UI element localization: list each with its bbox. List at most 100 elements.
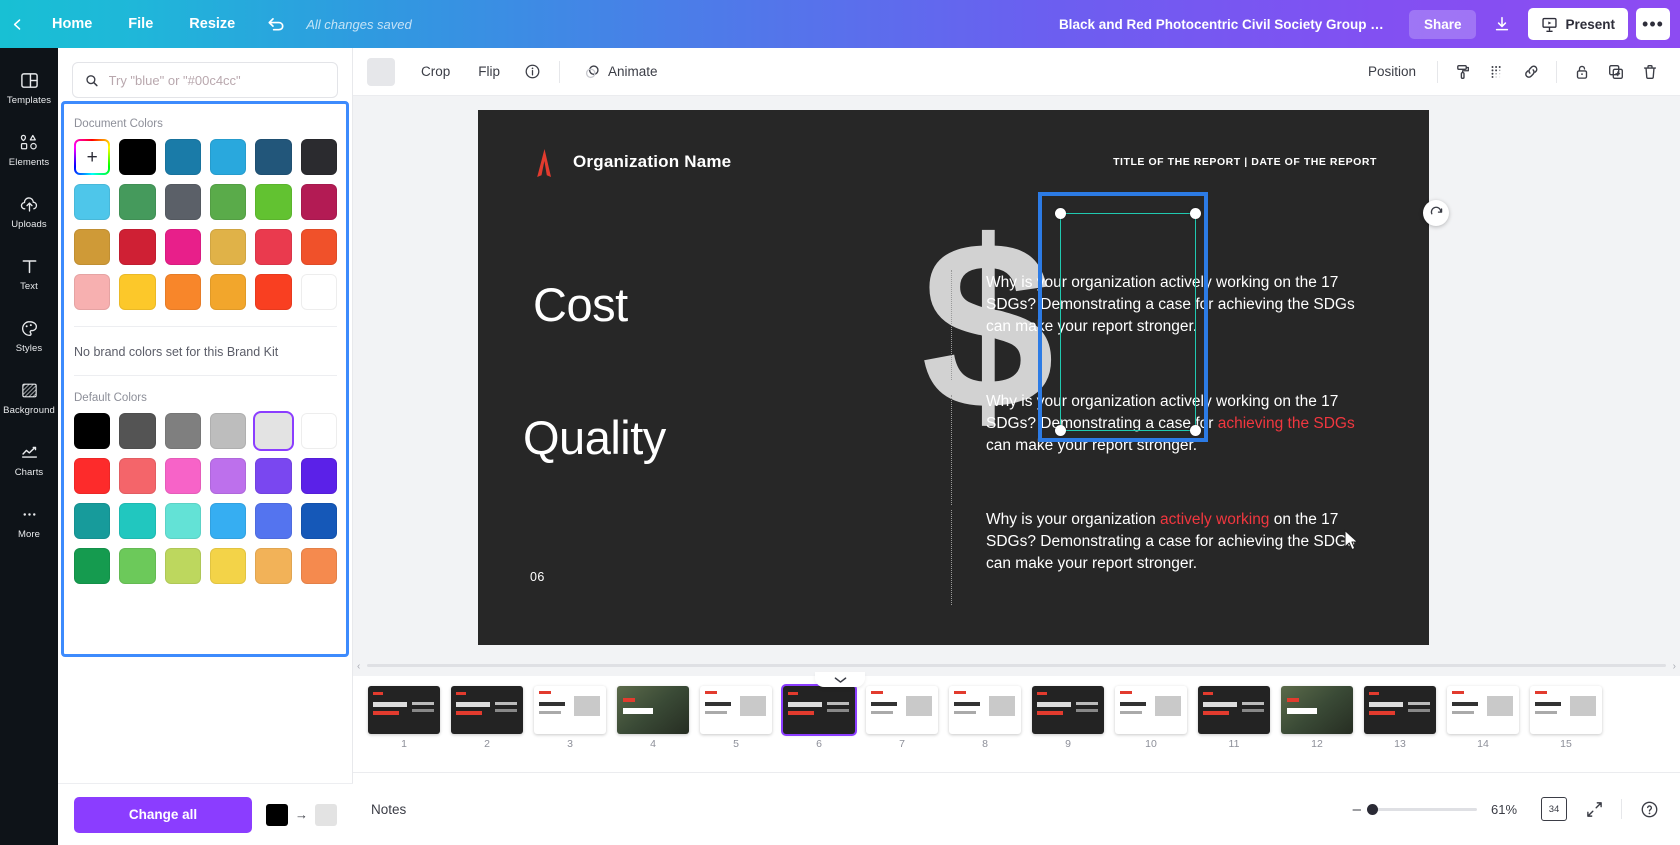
thumbnail-cell[interactable]: 8 (944, 686, 1026, 750)
thumbnail-cell[interactable]: 13 (1359, 686, 1441, 750)
document-color-swatch[interactable] (255, 184, 292, 220)
document-color-swatch[interactable] (164, 229, 201, 265)
zoom-percentage[interactable]: 61% (1491, 802, 1527, 817)
more-options-button[interactable]: ••• (1636, 8, 1670, 40)
document-color-swatch[interactable] (74, 184, 111, 220)
search-input[interactable] (108, 72, 325, 88)
zoom-control[interactable]: – (1353, 802, 1477, 817)
document-color-swatch[interactable] (119, 184, 156, 220)
page-thumbnail[interactable] (1530, 686, 1602, 734)
default-color-swatch[interactable] (164, 548, 201, 584)
document-color-swatch[interactable] (164, 139, 201, 175)
page-thumbnail[interactable] (1198, 686, 1270, 734)
document-color-swatch[interactable] (300, 274, 337, 310)
page-thumbnail[interactable] (866, 686, 938, 734)
search-box[interactable] (72, 62, 338, 98)
page-count-button[interactable]: 34 (1541, 797, 1567, 821)
file-menu[interactable]: File (110, 0, 171, 48)
duplicate-button[interactable] (1600, 56, 1632, 88)
document-color-swatch[interactable] (74, 229, 111, 265)
crop-button[interactable]: Crop (409, 58, 462, 85)
add-color-button[interactable]: + (74, 139, 110, 175)
thumbnail-cell[interactable]: 2 (446, 686, 528, 750)
page-thumbnail[interactable] (534, 686, 606, 734)
default-color-swatch[interactable] (209, 413, 247, 449)
download-button[interactable] (1484, 8, 1520, 40)
change-all-button[interactable]: Change all (74, 796, 252, 833)
canvas-area[interactable]: Organization Name TITLE OF THE REPORT | … (353, 96, 1680, 676)
zoom-slider-knob[interactable] (1367, 803, 1378, 815)
page-thumbnail[interactable] (783, 686, 855, 734)
default-color-swatch[interactable] (119, 548, 156, 584)
default-color-swatch[interactable] (300, 548, 337, 584)
thumbnail-cell[interactable]: 10 (1110, 686, 1192, 750)
document-color-swatch[interactable] (255, 274, 292, 310)
default-color-swatch[interactable] (255, 458, 292, 494)
selected-element-thumbnail[interactable] (367, 57, 395, 86)
page-thumbnail[interactable] (617, 686, 689, 734)
document-color-swatch[interactable] (119, 139, 156, 175)
default-color-swatch[interactable] (255, 503, 292, 539)
slide-page-number[interactable]: 06 (530, 570, 545, 584)
undo-button[interactable] (253, 0, 300, 48)
document-color-swatch[interactable] (300, 139, 337, 175)
page-thumbnail[interactable] (1281, 686, 1353, 734)
default-color-swatch[interactable] (209, 503, 247, 539)
document-color-swatch[interactable] (164, 274, 201, 310)
swap-to-chip[interactable] (315, 803, 337, 826)
resize-handle-top-right[interactable] (1190, 208, 1201, 219)
canvas-horizontal-scrollbar[interactable]: ‹ › (353, 660, 1680, 672)
slide-canvas[interactable]: Organization Name TITLE OF THE REPORT | … (478, 110, 1429, 645)
sidebar-item-uploads[interactable]: Uploads (0, 184, 58, 237)
page-thumbnail[interactable] (368, 686, 440, 734)
default-color-swatch[interactable] (300, 458, 337, 494)
default-color-swatch[interactable] (74, 458, 111, 494)
paint-roller-button[interactable] (1447, 56, 1479, 88)
lock-button[interactable] (1566, 56, 1598, 88)
thumbnail-cell[interactable]: 11 (1193, 686, 1275, 750)
resize-button[interactable]: Resize (171, 0, 253, 48)
position-button[interactable]: Position (1356, 58, 1428, 85)
slide-heading-cost[interactable]: Cost (533, 277, 628, 332)
page-thumbnail[interactable] (1032, 686, 1104, 734)
page-thumbnail[interactable] (1115, 686, 1187, 734)
sidebar-item-background[interactable]: Background (0, 370, 58, 423)
document-color-swatch[interactable] (119, 229, 156, 265)
thumbnail-cell[interactable]: 14 (1442, 686, 1524, 750)
default-color-swatch[interactable] (74, 413, 111, 449)
document-color-swatch[interactable] (255, 229, 292, 265)
document-color-swatch[interactable] (164, 184, 201, 220)
help-button[interactable] (1636, 796, 1662, 822)
delete-button[interactable] (1634, 56, 1666, 88)
sidebar-item-styles[interactable]: Styles (0, 308, 58, 361)
document-color-swatch[interactable] (209, 139, 247, 175)
default-color-swatch[interactable] (300, 503, 337, 539)
default-color-swatch[interactable] (255, 548, 292, 584)
document-color-swatch[interactable] (300, 229, 337, 265)
thumbnail-cell[interactable]: 5 (695, 686, 777, 750)
thumbnail-cell[interactable]: 12 (1276, 686, 1358, 750)
page-thumbnail[interactable] (1447, 686, 1519, 734)
default-color-swatch[interactable] (300, 413, 337, 449)
rotate-handle[interactable] (1423, 200, 1449, 226)
thumbnail-cell[interactable]: 1 (363, 686, 445, 750)
strip-collapse-toggle[interactable] (815, 672, 865, 687)
thumbnail-cell[interactable]: 9 (1027, 686, 1109, 750)
sidebar-item-templates[interactable]: Templates (0, 60, 58, 113)
sidebar-item-text[interactable]: Text (0, 246, 58, 299)
default-color-swatch[interactable] (164, 413, 201, 449)
thumbnail-cell[interactable]: 4 (612, 686, 694, 750)
document-color-swatch[interactable] (74, 274, 111, 310)
flip-button[interactable]: Flip (466, 58, 512, 85)
document-title[interactable]: Black and Red Photocentric Civil Society… (1059, 17, 1389, 32)
document-color-swatch[interactable] (119, 274, 156, 310)
zoom-slider-track[interactable] (1367, 803, 1477, 815)
document-color-swatch[interactable] (209, 184, 247, 220)
swap-from-chip[interactable] (266, 803, 288, 826)
home-button[interactable]: Home (34, 0, 110, 48)
default-color-swatch[interactable] (119, 503, 156, 539)
share-button[interactable]: Share (1408, 9, 1477, 39)
present-button[interactable]: Present (1528, 8, 1628, 40)
document-color-swatch[interactable] (209, 229, 247, 265)
link-button[interactable] (1515, 56, 1547, 88)
